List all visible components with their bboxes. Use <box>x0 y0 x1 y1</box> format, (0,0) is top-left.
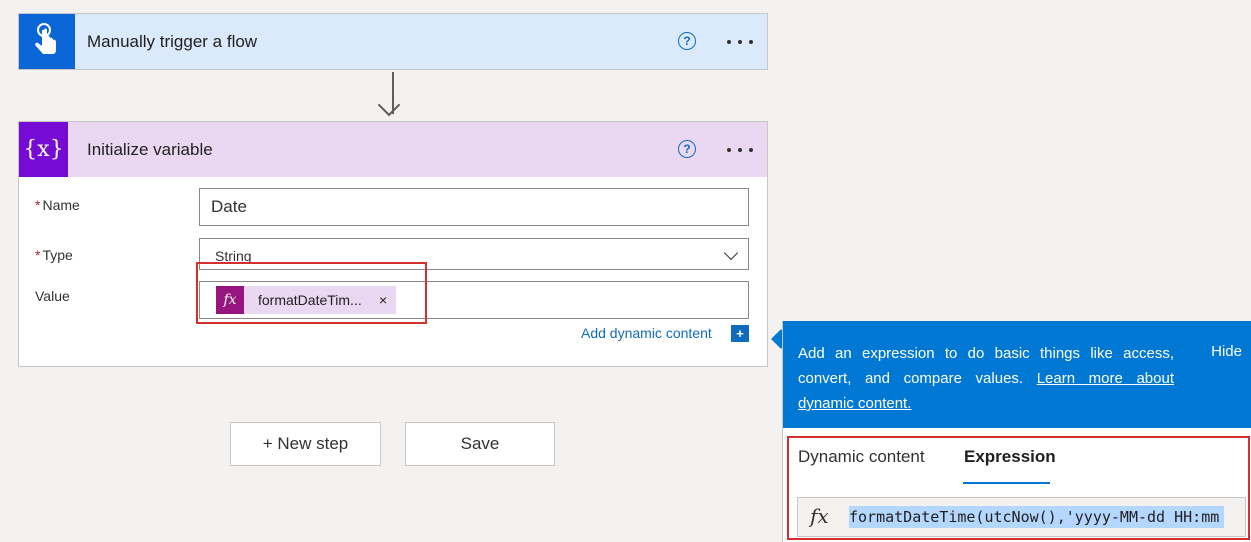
name-label: * Name <box>35 197 80 213</box>
help-icon[interactable]: ? <box>678 32 696 50</box>
more-options-icon[interactable] <box>725 140 755 160</box>
panel-info-banner: Add an expression to do basic things lik… <box>783 321 1251 428</box>
add-dynamic-content-link[interactable]: Add dynamic content <box>581 325 712 341</box>
hide-button[interactable]: Hide <box>1211 343 1242 360</box>
more-options-icon[interactable] <box>725 32 755 52</box>
add-dynamic-content-button[interactable]: + <box>731 325 749 342</box>
trigger-card[interactable]: Manually trigger a flow ? <box>18 13 768 70</box>
name-input[interactable]: Date <box>199 188 749 226</box>
panel-info-text: Add an expression to do basic things lik… <box>798 345 1174 412</box>
hand-touch-icon <box>19 14 75 69</box>
type-label: * Type <box>35 247 73 263</box>
required-asterisk: * <box>35 197 41 213</box>
chevron-down-icon <box>723 245 739 261</box>
required-asterisk: * <box>35 247 41 263</box>
save-button[interactable]: Save <box>405 422 555 466</box>
initialize-variable-header[interactable]: {x} Initialize variable ? <box>19 122 767 177</box>
variable-icon: {x} <box>19 122 68 177</box>
value-label: Value <box>35 288 70 304</box>
trigger-header[interactable]: Manually trigger a flow ? <box>19 14 767 69</box>
arrow-down-icon <box>377 93 401 117</box>
new-step-button[interactable]: + New step <box>230 422 381 466</box>
initialize-variable-title: Initialize variable <box>87 140 213 159</box>
highlight-box-token <box>196 262 427 324</box>
trigger-title: Manually trigger a flow <box>87 32 258 51</box>
highlight-box-expression <box>787 436 1250 540</box>
help-icon[interactable]: ? <box>678 140 696 158</box>
